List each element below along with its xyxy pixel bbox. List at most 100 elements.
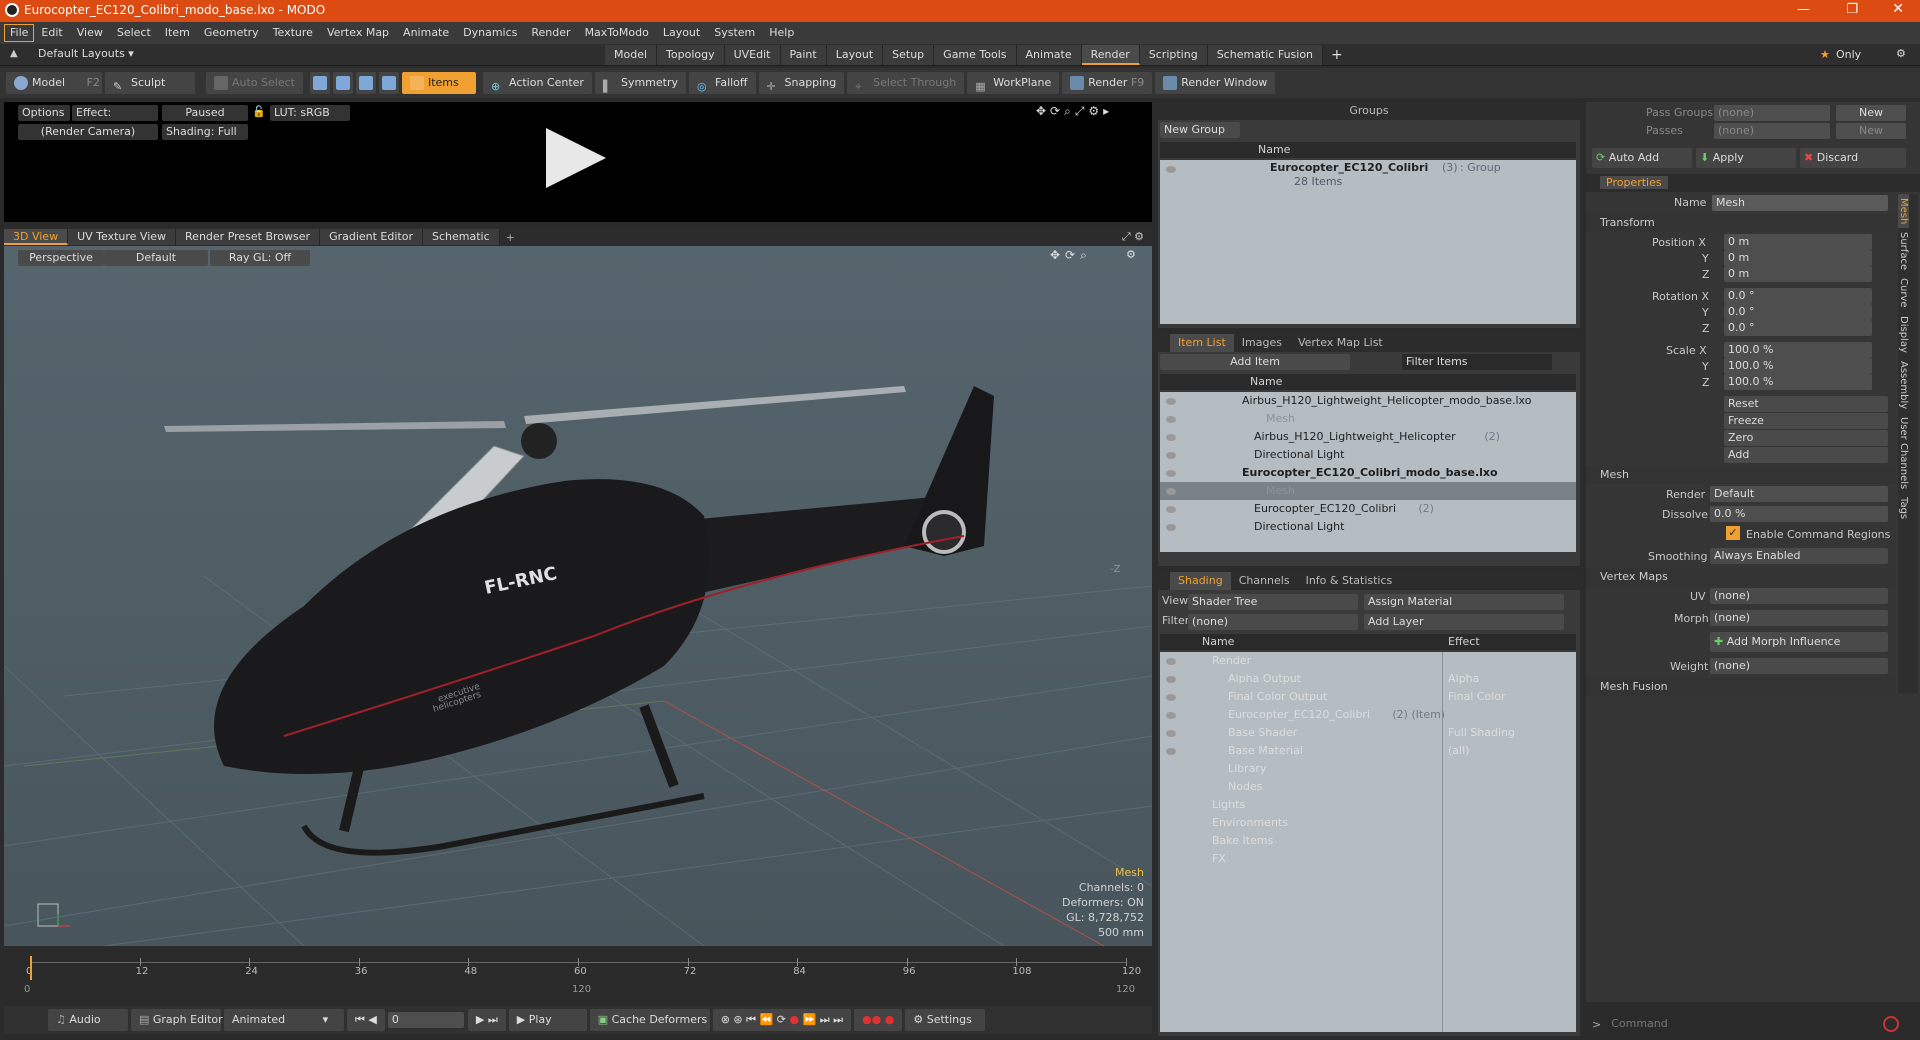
menu-texture[interactable]: Texture	[266, 22, 320, 44]
polygons-mode-button[interactable]	[355, 72, 376, 94]
transport-start-icons[interactable]: ⏮ ◀	[347, 1009, 385, 1031]
passes-new-button[interactable]: New	[1836, 123, 1906, 139]
item-list-row[interactable]: Eurocopter_EC120_Colibri (2)	[1160, 500, 1576, 518]
rotation-x-input[interactable]: 0.0 °	[1724, 288, 1872, 304]
add-item-button[interactable]: Add Item	[1160, 354, 1350, 370]
options-button[interactable]: Options	[18, 105, 70, 121]
scale-x-input[interactable]: 100.0 %	[1724, 342, 1872, 358]
play-icon[interactable]	[546, 128, 606, 188]
reset-dropdown[interactable]: Reset	[1724, 396, 1888, 412]
graph-editor-button[interactable]: ▤ Graph Editor	[131, 1009, 223, 1031]
tab-render-preset-browser[interactable]: Render Preset Browser	[176, 229, 321, 245]
record-tools-icons[interactable]: ●● ●	[854, 1009, 903, 1031]
rotation-z-input[interactable]: 0.0 °	[1724, 320, 1872, 336]
menu-dynamics[interactable]: Dynamics	[456, 22, 524, 44]
position-z-input[interactable]: 0 m	[1724, 266, 1872, 282]
visibility-eye-icon[interactable]	[1166, 658, 1176, 665]
frame-input[interactable]: 0	[387, 1012, 464, 1028]
transform-section[interactable]: Transform	[1586, 214, 1896, 232]
tab-uv-texture-view[interactable]: UV Texture View	[68, 229, 177, 245]
shader-item-effect[interactable]: (all)	[1448, 742, 1469, 760]
raygl-dropdown[interactable]: Ray GL: Off	[210, 250, 310, 266]
menu-help[interactable]: Help	[762, 22, 801, 44]
shader-item-effect[interactable]: Full Shading	[1448, 724, 1515, 742]
lut-dropdown[interactable]: LUT: sRGB	[270, 105, 350, 121]
cache-deformers-button[interactable]: ▣ Cache Deformers	[589, 1009, 710, 1031]
tab-schematic[interactable]: Schematic	[423, 229, 500, 245]
add-tab-icon[interactable]: +	[1323, 47, 1351, 63]
view-dropdown[interactable]: Shader Tree	[1188, 594, 1358, 610]
render-dropdown[interactable]: Default	[1710, 486, 1888, 502]
timeline[interactable]: 012243648607284961081200120120	[4, 950, 1152, 1000]
name-input[interactable]: Mesh	[1712, 195, 1888, 211]
animated-dropdown[interactable]: Animated ▾	[224, 1009, 344, 1031]
item-list-row[interactable]: Mesh	[1160, 482, 1576, 500]
gear-icon[interactable]: ⚙	[1896, 47, 1906, 60]
stop-icon[interactable]	[1883, 1016, 1900, 1032]
tab-3d-view[interactable]: 3D View	[4, 229, 69, 245]
shader-tree-row[interactable]: Library	[1160, 760, 1576, 778]
key-tools-icons[interactable]: ⊗ ⊛ ⏮ ⏪ ⟳ ● ⏩ ⏭ ⏭	[712, 1009, 852, 1031]
close-icon[interactable]: ✕	[1892, 1, 1904, 17]
collapse-icon[interactable]: ▲	[10, 48, 18, 59]
sculpt-button[interactable]: ✎ Sculpt	[105, 72, 195, 94]
menu-system[interactable]: System	[707, 22, 762, 44]
shader-tree-row[interactable]: FX	[1160, 850, 1576, 868]
menu-animate[interactable]: Animate	[396, 22, 456, 44]
tab-uvedit[interactable]: UVEdit	[724, 45, 781, 65]
tab-setup[interactable]: Setup	[883, 45, 935, 65]
item-list-row[interactable]: Directional Light	[1160, 446, 1576, 464]
vertex-maps-section[interactable]: Vertex Maps	[1586, 568, 1896, 586]
perspective-dropdown[interactable]: Perspective	[18, 250, 104, 266]
visibility-eye-icon[interactable]	[1166, 470, 1176, 477]
zero-dropdown[interactable]: Zero	[1724, 430, 1888, 446]
uv-dropdown[interactable]: (none)	[1710, 588, 1888, 604]
render-button[interactable]: Render F9	[1062, 72, 1153, 94]
tab-paint[interactable]: Paint	[780, 45, 827, 65]
visibility-eye-icon[interactable]	[1166, 524, 1176, 531]
side-tab-curve[interactable]: Curve	[1898, 274, 1909, 312]
visibility-eye-icon[interactable]	[1166, 748, 1176, 755]
morph-dropdown[interactable]: (none)	[1710, 610, 1888, 626]
side-tab-surface[interactable]: Surface	[1898, 228, 1909, 274]
vertices-mode-button[interactable]	[309, 72, 330, 94]
settings-button[interactable]: ⚙ Settings	[905, 1009, 986, 1031]
weight-dropdown[interactable]: (none)	[1710, 658, 1888, 674]
timeline-playhead[interactable]	[30, 956, 32, 980]
render-camera-dropdown[interactable]: (Render Camera)	[18, 124, 158, 140]
assign-material-button[interactable]: Assign Material	[1364, 594, 1564, 610]
item-list-row[interactable]: Mesh	[1160, 410, 1576, 428]
tab-images[interactable]: Images	[1234, 334, 1290, 352]
menu-geometry[interactable]: Geometry	[197, 22, 266, 44]
visibility-eye-icon[interactable]	[1166, 676, 1176, 683]
menu-layout[interactable]: Layout	[656, 22, 707, 44]
position-y-input[interactable]: 0 m	[1724, 250, 1872, 266]
tab-model[interactable]: Model	[605, 45, 658, 65]
passes-dropdown[interactable]: (none)	[1714, 123, 1830, 139]
shader-tree-row[interactable]: Base Shader Full Shading	[1160, 724, 1576, 742]
shader-tree-row[interactable]: Render	[1160, 652, 1576, 670]
side-tab-mesh[interactable]: Mesh	[1898, 194, 1909, 229]
visibility-eye-icon[interactable]	[1166, 712, 1176, 719]
tab-item-list[interactable]: Item List	[1170, 334, 1234, 352]
apply-button[interactable]: ⬇ Apply	[1696, 148, 1796, 168]
tab-channels[interactable]: Channels	[1231, 572, 1298, 590]
materials-mode-button[interactable]	[378, 72, 399, 94]
render-window-button[interactable]: Render Window	[1155, 72, 1276, 94]
items-mode-button[interactable]: Items	[401, 72, 476, 94]
select-through-button[interactable]: ⌖ Select Through	[847, 72, 965, 94]
tab-game-tools[interactable]: Game Tools	[934, 45, 1017, 65]
shader-item-effect[interactable]: Alpha	[1448, 670, 1479, 688]
new-group-button[interactable]: New Group	[1160, 122, 1240, 138]
lock-icon[interactable]: 🔓	[252, 105, 266, 118]
dissolve-input[interactable]: 0.0 %	[1710, 506, 1888, 522]
visibility-eye-icon[interactable]	[1166, 398, 1176, 405]
add-dropdown[interactable]: Add	[1724, 447, 1888, 463]
visibility-eye-icon[interactable]	[1166, 730, 1176, 737]
mesh-section[interactable]: Mesh	[1586, 466, 1896, 484]
viewport-nav-icons[interactable]: ✥⟳⌕	[1050, 248, 1092, 263]
visibility-eye-icon[interactable]	[1166, 506, 1176, 513]
only-toggle[interactable]: Only	[1836, 48, 1861, 61]
tab-shading[interactable]: Shading	[1170, 572, 1231, 590]
tab-vertex-map-list[interactable]: Vertex Map List	[1290, 334, 1391, 352]
